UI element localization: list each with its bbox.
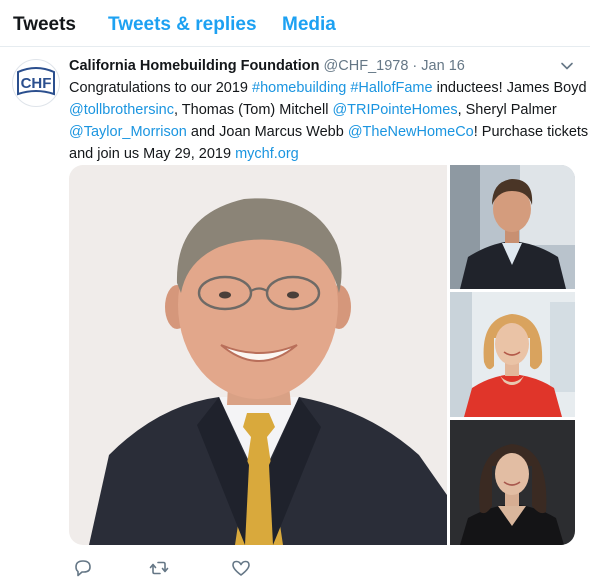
tab-media[interactable]: Media: [282, 14, 336, 36]
mention-tripointehomes[interactable]: @TRIPointeHomes: [332, 102, 457, 118]
text-segment: Congratulations to our 2019: [69, 80, 252, 96]
mention-tollbrothersinc[interactable]: @tollbrothersinc: [69, 102, 174, 118]
photo-middle-right[interactable]: [450, 292, 575, 417]
text-segment: , Thomas (Tom) Mitchell: [173, 102, 333, 118]
tweet-actions: [69, 557, 369, 581]
tweet-text-line: and join us May 29, 2019 mychf.org: [69, 143, 579, 165]
chevron-down-icon[interactable]: [560, 59, 574, 73]
mention-thenewhomeco[interactable]: @TheNewHomeCo: [348, 124, 474, 140]
tweet-text-line: @Taylor_Morrison and Joan Marcus Webb @T…: [69, 121, 588, 143]
tweet-header: California Homebuilding Foundation @CHF_…: [69, 57, 465, 75]
photo-main[interactable]: [69, 165, 447, 545]
tweet-date[interactable]: Jan 16: [421, 58, 465, 74]
profile-tabs: Tweets Tweets & replies Media: [0, 0, 590, 47]
account-name[interactable]: California Homebuilding Foundation: [69, 58, 320, 74]
photo-bottom-right[interactable]: [450, 420, 575, 545]
heart-icon[interactable]: [230, 557, 252, 579]
account-handle[interactable]: @CHF_1978: [324, 58, 409, 74]
tweet-text: Congratulations to our 2019 #homebuildin…: [69, 77, 588, 165]
tab-tweets[interactable]: Tweets: [13, 14, 76, 36]
text-segment: inductees! James Boyd: [432, 80, 587, 96]
hashtag-homebuilding[interactable]: #homebuilding: [252, 80, 346, 96]
reply-icon[interactable]: [72, 557, 94, 579]
chf-logo: CHF: [17, 67, 55, 96]
mention-taylor-morrison[interactable]: @Taylor_Morrison: [69, 124, 187, 140]
retweet-icon[interactable]: [148, 557, 170, 579]
hashtag-halloffame[interactable]: #HallofFame: [350, 80, 432, 96]
separator-dot: ·: [412, 58, 418, 74]
photo-top-right[interactable]: [450, 165, 575, 289]
tweet[interactable]: CHF California Homebuilding Foundation @…: [0, 47, 590, 588]
tweet-text-line: @tollbrothersinc, Thomas (Tom) Mitchell …: [69, 99, 579, 121]
text-segment: ! Purchase tickets: [473, 124, 589, 140]
tweet-text-line: Congratulations to our 2019 #homebuildin…: [69, 77, 587, 99]
text-segment: and join us May 29, 2019: [69, 146, 236, 162]
tab-tweets-and-replies[interactable]: Tweets & replies: [108, 14, 257, 36]
link-mychf[interactable]: mychf.org: [235, 146, 299, 162]
avatar-text: CHF: [21, 75, 52, 92]
media-grid: [69, 165, 575, 545]
text-segment: and Joan Marcus Webb: [186, 124, 348, 140]
text-segment: , Sheryl Palmer: [457, 102, 557, 118]
avatar[interactable]: CHF: [12, 59, 60, 107]
